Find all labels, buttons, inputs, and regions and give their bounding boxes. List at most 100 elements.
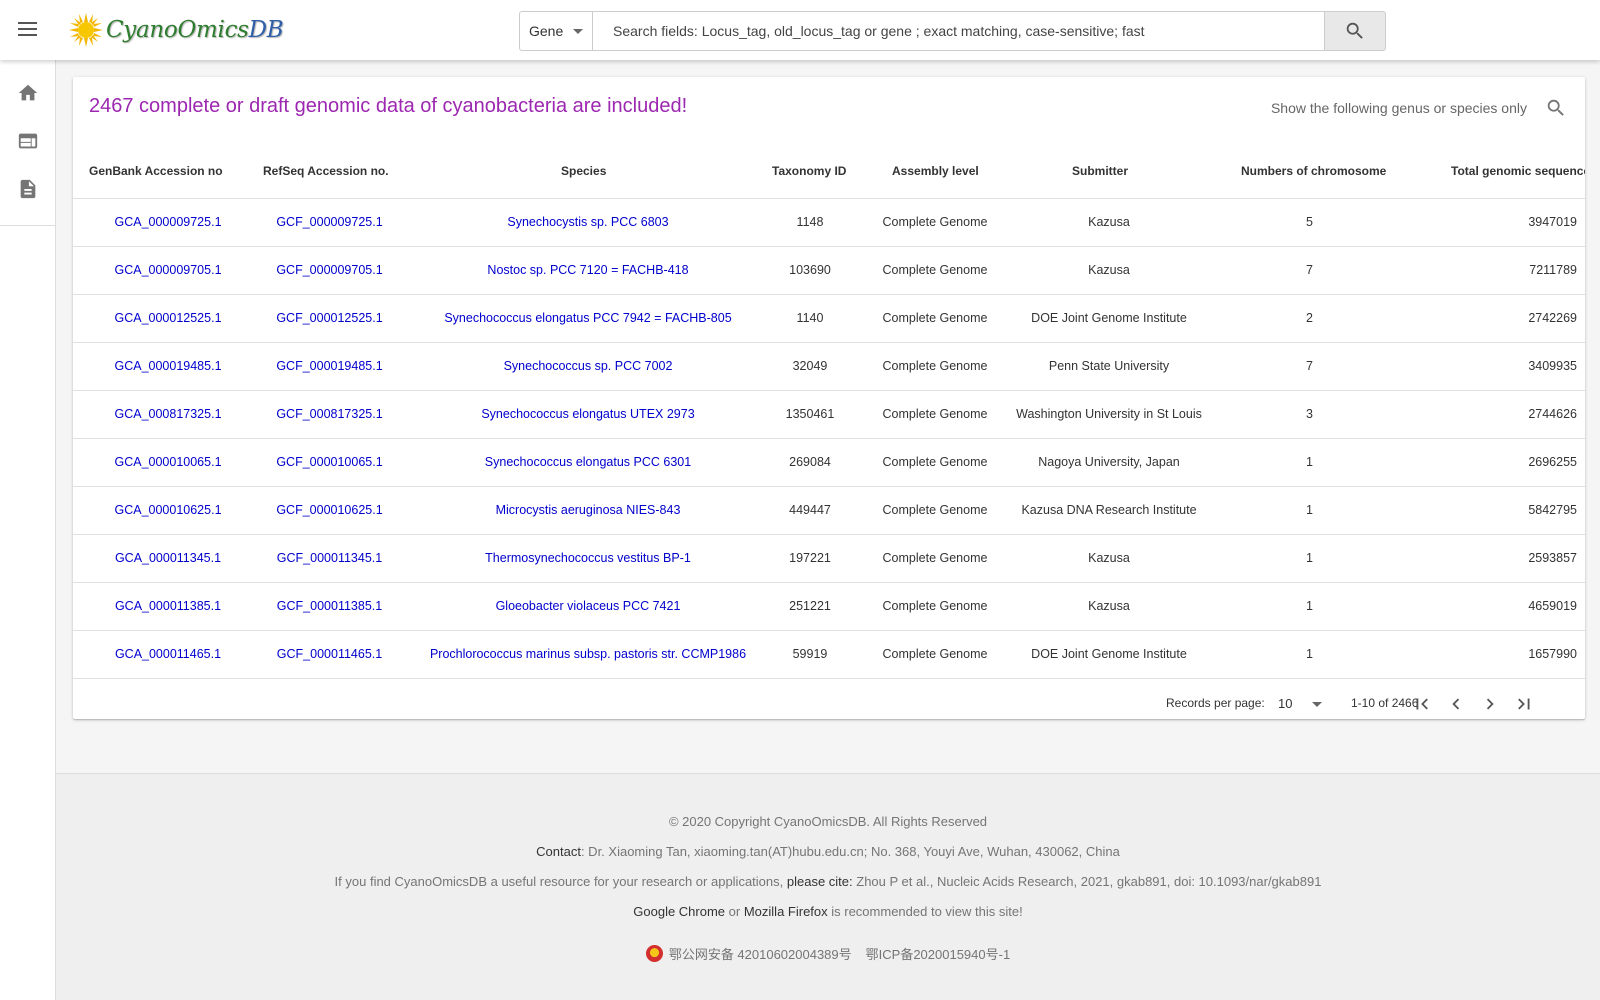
genome-table-card: 2467 complete or draft genomic data of c… <box>73 77 1585 719</box>
species-link[interactable]: Synechococcus elongatus UTEX 2973 <box>481 407 694 421</box>
genbank-link[interactable]: GCA_000012525.1 <box>114 311 221 325</box>
chrome-text: Google Chrome <box>633 904 726 919</box>
species-link[interactable]: Synechocystis sp. PCC 6803 <box>507 215 668 229</box>
species-link[interactable]: Microcystis aeruginosa NIES-843 <box>496 503 681 517</box>
sun-logo-icon <box>69 13 103 47</box>
table-cell-chromosome-count: 5 <box>1210 198 1399 247</box>
nav-home[interactable] <box>0 69 56 117</box>
column-header-genbank[interactable]: GenBank Accession no <box>73 144 241 199</box>
species-link[interactable]: Synechococcus elongatus PCC 7942 = FACHB… <box>444 311 731 325</box>
search-button[interactable] <box>1325 11 1386 51</box>
genbank-link[interactable]: GCA_000011465.1 <box>115 647 221 661</box>
table-cell-refseq: GCF_000012525.1 <box>241 294 418 343</box>
records-per-page-value: 10 <box>1278 696 1293 711</box>
column-header-submitter[interactable]: Submitter <box>998 144 1210 199</box>
column-header-assembly[interactable]: Assembly level <box>872 144 998 199</box>
refseq-link[interactable]: GCF_000009725.1 <box>276 215 382 229</box>
first-page-button[interactable] <box>1405 687 1439 719</box>
table-cell-species: Synechococcus sp. PCC 7002 <box>418 342 748 391</box>
table-cell-taxonomy-id: 103690 <box>748 246 872 295</box>
genbank-link[interactable]: GCA_000010065.1 <box>114 455 221 469</box>
column-header-refseq[interactable]: RefSeq Accession no. <box>241 144 418 199</box>
last-page-button[interactable] <box>1507 687 1541 719</box>
table-row: GCA_000012525.1 GCF_000012525.1 Synechococ… <box>73 294 1585 343</box>
table-cell-taxonomy-id: 197221 <box>748 534 872 583</box>
column-header-species[interactable]: Species <box>418 144 748 199</box>
refseq-link[interactable]: GCF_000009705.1 <box>276 263 382 277</box>
table-cell-species: Synechococcus elongatus UTEX 2973 <box>418 390 748 439</box>
column-header-taxonomy[interactable]: Taxonomy ID <box>748 144 872 199</box>
search-type-select[interactable]: Gene <box>519 11 592 51</box>
table-cell-taxonomy-id: 449447 <box>748 486 872 535</box>
table-cell-submitter: Nagoya University, Japan <box>998 438 1210 487</box>
table-cell-taxonomy-id: 1140 <box>748 294 872 343</box>
refseq-link[interactable]: GCF_000011345.1 <box>277 551 382 565</box>
table-cell-submitter: Kazusa DNA Research Institute <box>998 486 1210 535</box>
refseq-link[interactable]: GCF_000010065.1 <box>276 455 382 469</box>
taxonomy-id: 103690 <box>789 263 831 277</box>
nav-documents[interactable] <box>0 165 56 213</box>
table-cell-assembly-level: Complete Genome <box>872 582 998 631</box>
genbank-link[interactable]: GCA_000010625.1 <box>114 503 221 517</box>
table-cell-refseq: GCF_000019485.1 <box>241 342 418 391</box>
refseq-link[interactable]: GCF_000011465.1 <box>277 647 382 661</box>
table-cell-chromosome-count: 7 <box>1210 342 1399 391</box>
taxonomy-id: 1148 <box>796 215 824 229</box>
site-logo[interactable]: CyanoOmicsDB <box>68 8 284 52</box>
species-link[interactable]: Thermosynechococcus vestitus BP-1 <box>485 551 691 565</box>
refseq-link[interactable]: GCF_000012525.1 <box>276 311 382 325</box>
first-page-icon <box>1416 698 1428 710</box>
column-header-length[interactable]: Total genomic sequence length <box>1399 144 1585 199</box>
assembly-level: Complete Genome <box>882 551 988 565</box>
table-cell-species: Nostoc sp. PCC 7120 = FACHB-418 <box>418 246 748 295</box>
sequence-length: 3947019 <box>1528 215 1577 229</box>
genbank-link[interactable]: GCA_000011385.1 <box>115 599 221 613</box>
filter-label: Show the following genus or species only <box>1270 100 1527 116</box>
species-link[interactable]: Synechococcus elongatus PCC 6301 <box>485 455 691 469</box>
police-record-link[interactable]: 鄂公网安备 42010602004389号 <box>669 947 852 962</box>
previous-page-button[interactable] <box>1439 687 1473 719</box>
species-link[interactable]: Nostoc sp. PCC 7120 = FACHB-418 <box>487 263 688 277</box>
table-cell-species: Synechococcus elongatus PCC 6301 <box>418 438 748 487</box>
chromosome-count: 1 <box>1306 599 1313 613</box>
logo-text-main: CyanoOmics <box>106 17 249 43</box>
chromosome-count: 2 <box>1306 311 1313 325</box>
table-cell-sequence-length: 3947019 <box>1399 198 1585 247</box>
table-cell-genbank: GCA_000011385.1 <box>73 582 241 631</box>
submitter: Kazusa <box>1088 599 1130 613</box>
nav-browse[interactable] <box>0 117 56 165</box>
genbank-link[interactable]: GCA_000009725.1 <box>114 215 221 229</box>
table-cell-species: Synechocystis sp. PCC 6803 <box>418 198 748 247</box>
assembly-level: Complete Genome <box>882 359 988 373</box>
record-line: 鄂公网安备 42010602004389号 鄂ICP备2020015940号-1 <box>56 944 1600 963</box>
records-per-page-select[interactable]: 10 <box>1278 691 1328 715</box>
genbank-link[interactable]: GCA_000817325.1 <box>114 407 221 421</box>
table-cell-assembly-level: Complete Genome <box>872 390 998 439</box>
table-cell-submitter: Kazusa <box>998 534 1210 583</box>
genbank-link[interactable]: GCA_000009705.1 <box>114 263 221 277</box>
species-link[interactable]: Gloeobacter violaceus PCC 7421 <box>496 599 681 613</box>
search-input[interactable] <box>592 11 1325 51</box>
next-page-button[interactable] <box>1473 687 1507 719</box>
refseq-link[interactable]: GCF_000817325.1 <box>276 407 382 421</box>
species-link[interactable]: Prochlorococcus marinus subsp. pastoris … <box>430 647 746 661</box>
refseq-link[interactable]: GCF_000010625.1 <box>276 503 382 517</box>
genbank-link[interactable]: GCA_000019485.1 <box>114 359 221 373</box>
refseq-link[interactable]: GCF_000019485.1 <box>276 359 382 373</box>
column-header-chromosomes[interactable]: Numbers of chromosome <box>1210 144 1399 199</box>
contact-label: Contact <box>536 844 581 859</box>
icp-record-link[interactable]: 鄂ICP备2020015940号-1 <box>866 947 1011 962</box>
table-cell-chromosome-count: 1 <box>1210 486 1399 535</box>
citation-prefix: If you find CyanoOmicsDB a useful resour… <box>334 874 787 889</box>
sequence-length: 2593857 <box>1528 551 1577 565</box>
refseq-link[interactable]: GCF_000011385.1 <box>277 599 382 613</box>
table-row: GCA_000019485.1 GCF_000019485.1 Synechococ… <box>73 342 1585 391</box>
species-link[interactable]: Synechococcus sp. PCC 7002 <box>504 359 673 373</box>
taxonomy-id: 1350461 <box>785 407 835 421</box>
genbank-link[interactable]: GCA_000011345.1 <box>115 551 221 565</box>
table-row: GCA_000010065.1 GCF_000010065.1 Synechococ… <box>73 438 1585 487</box>
table-cell-sequence-length: 7211789 <box>1399 246 1585 295</box>
police-badge-icon <box>645 945 663 962</box>
menu-icon[interactable] <box>14 18 42 42</box>
filter-search-button[interactable] <box>1545 97 1567 124</box>
